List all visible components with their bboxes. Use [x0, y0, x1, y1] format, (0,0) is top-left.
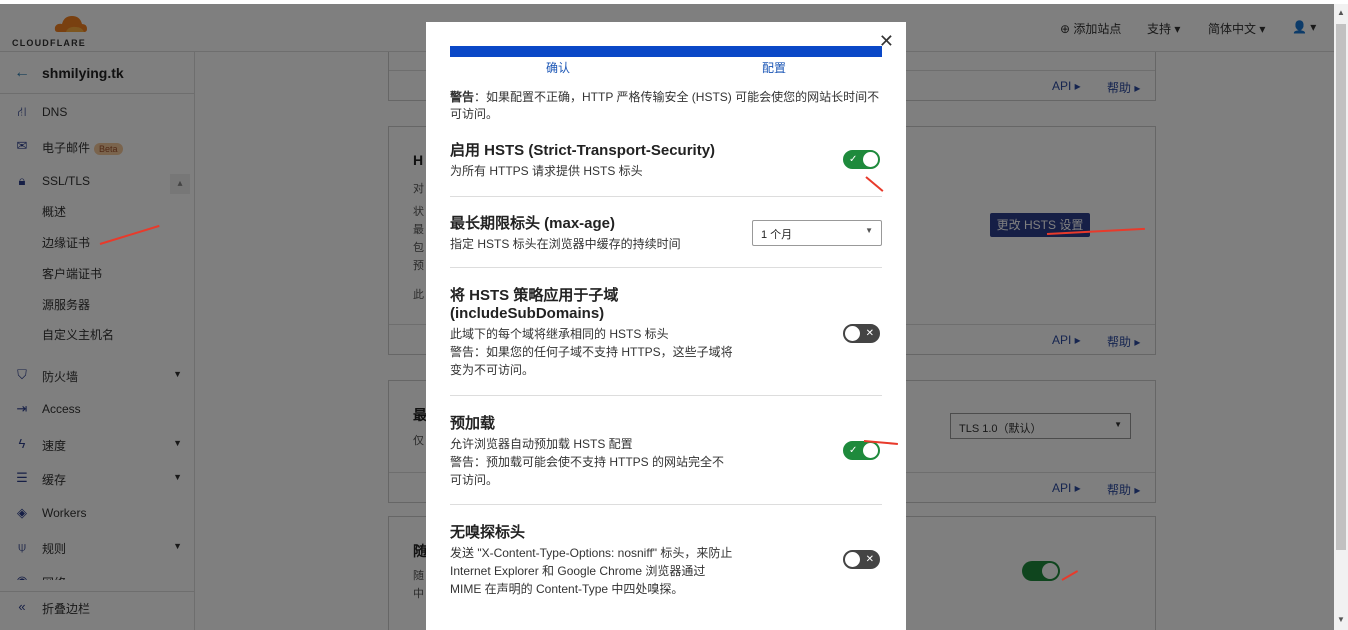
- progress-fill: [450, 46, 882, 57]
- max-age-value: 1 个月: [761, 229, 793, 241]
- page-scrollbar[interactable]: ▲ ▼: [1334, 4, 1348, 630]
- setting-description: 允许浏览器自动预加载 HSTS 配置: [450, 437, 633, 451]
- setting-description: 发送 "X-Content-Type-Options: nosniff" 标头，…: [450, 546, 733, 596]
- toggle-mark-icon: ✕: [865, 554, 874, 565]
- toggle-mark-icon: ✓: [849, 154, 858, 165]
- setting-enable-hsts: 启用 HSTS (Strict-Transport-Security) 为所有 …: [450, 142, 882, 180]
- setting-description: 指定 HSTS 标头在浏览器中缓存的持续时间: [450, 237, 681, 251]
- setting-description: 此域下的每个域将继承相同的 HSTS 标头: [450, 327, 669, 341]
- setting-preload: 预加载 允许浏览器自动预加载 HSTS 配置 警告：预加载可能会使不支持 HTT…: [450, 415, 882, 489]
- setting-warning: 警告：如果您的任何子域不支持 HTTPS，这些子域将变为不可访问。: [450, 345, 733, 377]
- preload-toggle[interactable]: ✓: [843, 441, 880, 460]
- step-confirm: 确认: [546, 61, 571, 75]
- max-age-select[interactable]: 1 个月 ▼: [752, 220, 882, 246]
- toggle-knob: [845, 326, 860, 341]
- divider: [450, 504, 882, 505]
- setting-nosniff: 无嗅探标头 发送 "X-Content-Type-Options: nosnif…: [450, 524, 882, 598]
- toggle-mark-icon: ✕: [865, 328, 874, 339]
- toggle-knob: [845, 552, 860, 567]
- toggle-knob: [863, 443, 878, 458]
- enable-hsts-toggle[interactable]: ✓: [843, 150, 880, 169]
- toggle-mark-icon: ✓: [849, 445, 858, 456]
- divider: [450, 395, 882, 396]
- warning-message: 警告：如果配置不正确，HTTP 严格传输安全 (HSTS) 可能会使您的网站长时…: [450, 89, 882, 123]
- caret-down-icon: ▼: [865, 226, 873, 235]
- setting-warning: 警告：预加载可能会使不支持 HTTPS 的网站完全不可访问。: [450, 455, 725, 487]
- setting-title: 将 HSTS 策略应用于子域 (includeSubDomains): [450, 287, 619, 322]
- warning-text: ：如果配置不正确，HTTP 严格传输安全 (HSTS) 可能会使您的网站长时间不…: [450, 90, 880, 121]
- setting-title: 启用 HSTS (Strict-Transport-Security): [450, 142, 716, 159]
- wizard-progress-bar: [450, 46, 882, 57]
- setting-include-subdomains: 将 HSTS 策略应用于子域 (includeSubDomains) 此域下的每…: [450, 287, 882, 379]
- scrollbar-thumb[interactable]: [1336, 24, 1346, 550]
- scroll-down-icon[interactable]: ▼: [1337, 615, 1345, 624]
- nosniff-toggle[interactable]: ✕: [843, 550, 880, 569]
- scroll-up-icon[interactable]: ▲: [1337, 8, 1345, 17]
- setting-description: 为所有 HTTPS 请求提供 HSTS 标头: [450, 164, 643, 178]
- divider: [450, 267, 882, 268]
- step-configure: 配置: [762, 61, 787, 75]
- warning-label: 警告: [450, 90, 475, 104]
- toggle-knob: [863, 152, 878, 167]
- setting-title: 无嗅探标头: [450, 524, 526, 541]
- include-subdomains-toggle[interactable]: ✕: [843, 324, 880, 343]
- divider: [450, 196, 882, 197]
- setting-title: 预加载: [450, 415, 496, 432]
- hsts-config-dialog: ✕ 确认 配置 警告：如果配置不正确，HTTP 严格传输安全 (HSTS) 可能…: [426, 22, 906, 630]
